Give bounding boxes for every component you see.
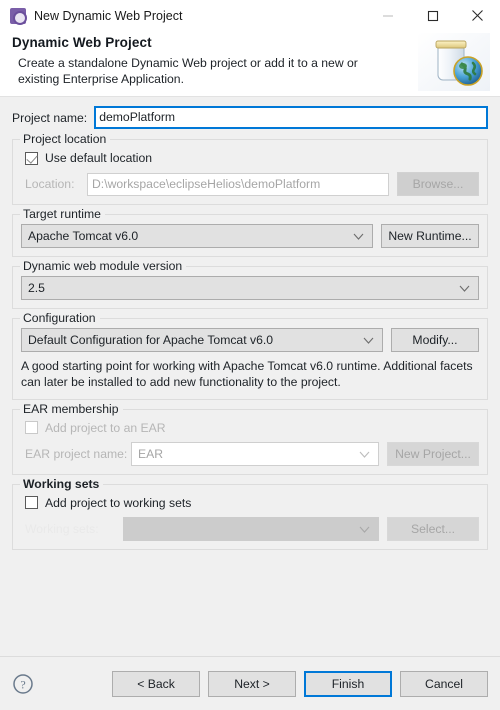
target-runtime-combo[interactable]: Apache Tomcat v6.0 — [21, 224, 373, 248]
ear-membership-group: EAR membership Add project to an EAR EAR… — [12, 401, 488, 475]
target-runtime-row: Apache Tomcat v6.0 New Runtime... — [21, 224, 479, 248]
use-default-location-row[interactable]: Use default location — [25, 151, 479, 165]
close-icon[interactable] — [455, 0, 500, 31]
add-to-ear-label: Add project to an EAR — [45, 420, 166, 435]
project-name-input[interactable]: demoPlatform — [94, 106, 488, 129]
project-name-label: Project name: — [12, 110, 88, 125]
target-runtime-value: Apache Tomcat v6.0 — [28, 229, 139, 243]
project-name-value: demoPlatform — [99, 110, 176, 124]
location-input: D:\workspace\eclipseHelios\demoPlatform — [87, 172, 389, 196]
working-sets-group: Working sets Add project to working sets… — [12, 476, 488, 550]
modify-button[interactable]: Modify... — [391, 328, 479, 352]
module-version-value: 2.5 — [28, 281, 45, 295]
add-to-ear-checkbox — [25, 421, 38, 435]
working-sets-combo — [123, 516, 379, 541]
ear-project-name-value: EAR — [138, 446, 164, 461]
configuration-group: Configuration Default Configuration for … — [12, 311, 488, 400]
working-sets-row: Working sets: Select... — [25, 516, 479, 541]
project-name-row: Project name: demoPlatform — [12, 106, 488, 129]
ear-project-row: EAR project name: EAR New Project... — [25, 441, 479, 466]
configuration-description: A good starting point for working with A… — [21, 359, 473, 390]
new-project-button: New Project... — [387, 441, 479, 466]
browse-button: Browse... — [397, 172, 479, 196]
ear-project-name-combo: EAR — [131, 441, 379, 466]
dialog-footer: ? < Back Next > Finish Cancel — [0, 656, 500, 710]
wizard-app-icon — [10, 7, 27, 25]
module-version-combo[interactable]: 2.5 — [21, 276, 479, 300]
location-value: D:\workspace\eclipseHelios\demoPlatform — [92, 176, 321, 191]
page-description: Create a standalone Dynamic Web project … — [18, 56, 358, 87]
footer-buttons: < Back Next > Finish Cancel — [104, 670, 488, 697]
add-to-working-sets-label: Add project to working sets — [45, 495, 192, 510]
question-mark-icon[interactable]: ? — [12, 673, 34, 695]
wizard-header: Dynamic Web Project Create a standalone … — [0, 31, 500, 97]
target-runtime-title: Target runtime — [20, 207, 105, 221]
new-dynamic-web-project-dialog: New Dynamic Web Project Dynamic Web Proj… — [0, 0, 500, 710]
add-to-ear-row: Add project to an EAR — [25, 421, 479, 435]
title-bar: New Dynamic Web Project — [0, 0, 500, 31]
add-to-working-sets-checkbox[interactable] — [25, 496, 38, 510]
window-title: New Dynamic Web Project — [34, 8, 183, 23]
select-button: Select... — [387, 516, 479, 541]
minimize-icon[interactable] — [365, 0, 410, 31]
configuration-title: Configuration — [20, 311, 100, 325]
configuration-value: Default Configuration for Apache Tomcat … — [28, 333, 274, 347]
svg-text:?: ? — [20, 677, 25, 691]
finish-button[interactable]: Finish — [304, 670, 392, 697]
window-controls — [365, 0, 500, 31]
chevron-down-icon — [353, 229, 364, 243]
page-title: Dynamic Web Project — [12, 35, 152, 50]
project-location-title: Project location — [20, 132, 111, 146]
maximize-icon[interactable] — [410, 0, 455, 31]
module-version-group: Dynamic web module version 2.5 — [12, 259, 488, 309]
chevron-down-icon — [459, 281, 470, 295]
cancel-button[interactable]: Cancel — [400, 670, 488, 697]
chevron-down-icon — [363, 333, 374, 347]
configuration-combo[interactable]: Default Configuration for Apache Tomcat … — [21, 328, 383, 352]
next-button[interactable]: Next > — [208, 670, 296, 697]
ear-membership-title: EAR membership — [20, 401, 123, 416]
ear-project-name-label: EAR project name: — [25, 446, 128, 461]
configuration-row: Default Configuration for Apache Tomcat … — [21, 328, 479, 352]
chevron-down-icon — [359, 522, 370, 536]
new-runtime-button[interactable]: New Runtime... — [381, 224, 479, 248]
working-sets-title: Working sets — [20, 476, 104, 491]
location-label: Location: — [25, 177, 75, 191]
jar-globe-icon — [418, 33, 490, 91]
use-default-location-label: Use default location — [45, 151, 153, 165]
chevron-down-icon — [359, 447, 370, 461]
location-row: Location: D:\workspace\eclipseHelios\dem… — [25, 172, 479, 196]
wizard-body: Project name: demoPlatform Project locat… — [0, 97, 500, 656]
working-sets-label: Working sets: — [25, 521, 99, 536]
back-button[interactable]: < Back — [112, 670, 200, 697]
project-location-group: Project location Use default location Lo… — [12, 132, 488, 205]
use-default-location-checkbox[interactable] — [25, 151, 38, 165]
module-version-title: Dynamic web module version — [20, 259, 187, 273]
add-to-working-sets-row[interactable]: Add project to working sets — [25, 496, 479, 510]
target-runtime-group: Target runtime Apache Tomcat v6.0 New Ru… — [12, 207, 488, 257]
